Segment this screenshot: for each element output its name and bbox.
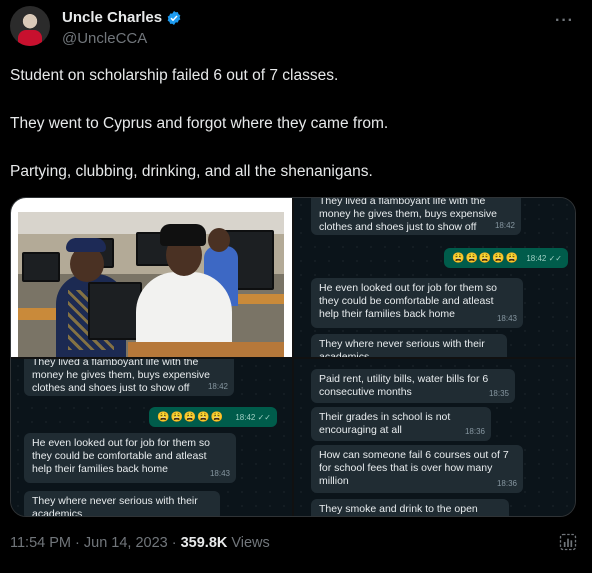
chat-message-outgoing: 😩😩😩😩😩 18:42 ✓✓ bbox=[149, 407, 277, 427]
chat-message: They smoke and drink to the open bbox=[311, 499, 509, 516]
chat-message-text: Paid rent, utility bills, water bills fo… bbox=[319, 373, 489, 398]
chat-message-time: 18:42 ✓✓ bbox=[526, 254, 562, 263]
tweet-timestamp[interactable]: 11:54 PM · Jun 14, 2023 · bbox=[10, 535, 177, 551]
chat-message-time: 18:43 bbox=[209, 469, 230, 478]
chat-message: How can someone fail 6 courses out of 7 … bbox=[311, 445, 523, 493]
emoji-row: 😩😩😩😩😩 bbox=[452, 253, 520, 264]
emoji-row: 😩😩😩😩😩 bbox=[157, 412, 225, 423]
chat-message-text: He even looked out for job for them so t… bbox=[32, 437, 211, 475]
tweet-paragraph: Student on scholarship failed 6 out of 7… bbox=[10, 67, 339, 84]
media-chat-screenshot[interactable]: They lived a flamboyant life with the mo… bbox=[11, 359, 292, 517]
chat-message-time: 18:36 bbox=[464, 427, 485, 436]
chat-message-time: 18:42 bbox=[494, 221, 515, 230]
media-chat-screenshot[interactable]: They lived a flamboyant life with the mo… bbox=[294, 198, 575, 357]
chat-message-time: 18:35 bbox=[488, 389, 509, 398]
chat-message-text: They lived a flamboyant life with the mo… bbox=[32, 359, 211, 394]
media-chat-screenshot[interactable]: Paid rent, utility bills, water bills fo… bbox=[294, 359, 575, 516]
chat-message: He even looked out for job for them so t… bbox=[24, 433, 236, 483]
chat-message-text: How can someone fail 6 courses out of 7 … bbox=[319, 449, 509, 487]
tweet-paragraph: Partying, clubbing, drinking, and all th… bbox=[10, 163, 373, 180]
author-name-row[interactable]: Uncle Charles bbox=[62, 9, 182, 26]
chat-message-time: 18:36 bbox=[496, 479, 517, 488]
chat-message-text: Their grades in school is not encouragin… bbox=[319, 411, 451, 436]
chat-message-text: They lived a flamboyant life with the mo… bbox=[319, 198, 498, 233]
media-photo-classroom[interactable] bbox=[11, 198, 292, 357]
more-icon[interactable]: ··· bbox=[555, 12, 574, 30]
classroom-photo bbox=[18, 212, 284, 357]
verified-badge-icon bbox=[167, 10, 181, 25]
views-count: 359.8K bbox=[180, 535, 228, 551]
chat-message: He even looked out for job for them so t… bbox=[311, 278, 523, 328]
chat-message: They where never serious with their acad… bbox=[311, 334, 507, 357]
tweet-header: Uncle Charles @UncleCCA ··· bbox=[10, 6, 582, 50]
chat-message: They lived a flamboyant life with the mo… bbox=[311, 198, 521, 235]
chat-message-time: 18:42 bbox=[207, 382, 228, 391]
chat-message: They lived a flamboyant life with the mo… bbox=[24, 359, 234, 396]
chat-message-text: They where never serious with their acad… bbox=[32, 495, 198, 517]
chat-message-text: He even looked out for job for them so t… bbox=[319, 282, 498, 320]
views-label: Views bbox=[231, 535, 270, 551]
chat-message-outgoing: 😩😩😩😩😩 18:42 ✓✓ bbox=[444, 248, 568, 268]
stats-icon[interactable] bbox=[558, 532, 578, 552]
chat-message-text: They smoke and drink to the open bbox=[319, 503, 478, 515]
chat-message: Their grades in school is not encouragin… bbox=[311, 407, 491, 441]
tweet-text: Student on scholarship failed 6 out of 7… bbox=[10, 66, 580, 210]
chat-message: They where never serious with their acad… bbox=[24, 491, 220, 517]
chat-message-time: 18:43 bbox=[496, 314, 517, 323]
chat-message: Paid rent, utility bills, water bills fo… bbox=[311, 369, 515, 403]
chat-message-time: 18:42 ✓✓ bbox=[235, 413, 271, 422]
author-handle[interactable]: @UncleCCA bbox=[62, 30, 147, 47]
tweet-footer: 11:54 PM · Jun 14, 2023 · 359.8K Views bbox=[10, 532, 582, 554]
chat-message-text: They where never serious with their acad… bbox=[319, 338, 485, 357]
avatar[interactable] bbox=[10, 6, 50, 46]
media-grid: They lived a flamboyant life with the mo… bbox=[10, 197, 576, 517]
author-display-name[interactable]: Uncle Charles bbox=[62, 9, 162, 26]
tweet-paragraph: They went to Cyprus and forgot where the… bbox=[10, 115, 389, 132]
